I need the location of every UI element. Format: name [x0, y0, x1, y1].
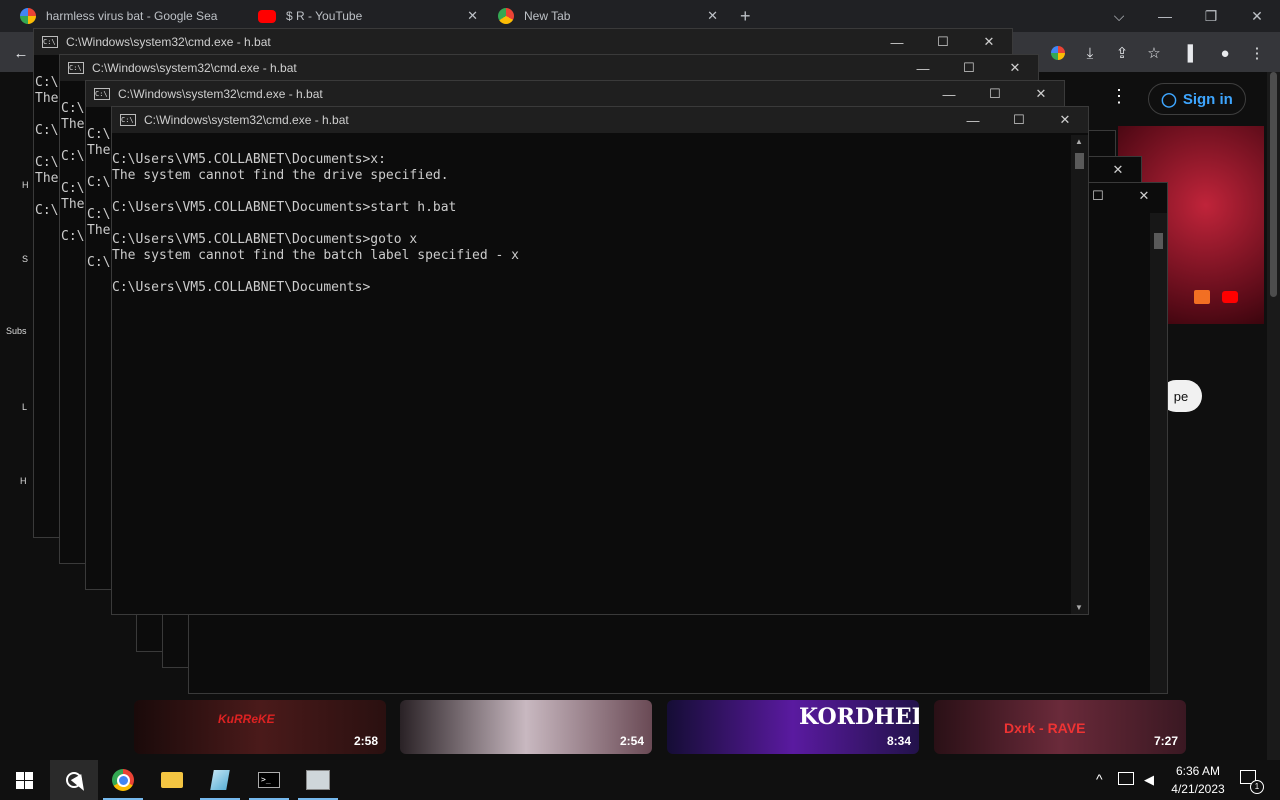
yt-more-icon[interactable]: ⋮: [1110, 86, 1128, 107]
terminal-output[interactable]: C:\Users\VM5.COLLABNET\Documents>x: The …: [112, 152, 519, 296]
soundcloud-icon[interactable]: [1194, 290, 1210, 304]
cmd-icon: C:\: [42, 36, 58, 48]
clock-date[interactable]: 4/21/2023: [1160, 782, 1236, 796]
google-icon: [20, 8, 36, 24]
close-icon[interactable]: ✕: [1042, 107, 1088, 133]
terminal-fragment: C:\ The C:\ C:\ The C:\: [87, 127, 111, 270]
sidebar-fragment: Subs: [6, 326, 27, 336]
maximize-icon[interactable]: ☐: [996, 107, 1042, 133]
close-window-icon[interactable]: ✕: [1234, 0, 1280, 32]
sign-in-label: Sign in: [1182, 90, 1233, 108]
cmd-titlebar[interactable]: C:\ C:\Windows\system32\cmd.exe - h.bat: [60, 55, 1038, 81]
video-duration: 2:54: [619, 734, 644, 748]
back-arrow-icon[interactable]: ←: [10, 42, 32, 64]
file-explorer-icon[interactable]: [148, 760, 196, 800]
scroll-thumb[interactable]: [1075, 153, 1084, 169]
cmd-window-front[interactable]: C:\ C:\Windows\system32\cmd.exe - h.bat …: [111, 106, 1089, 615]
terminal-line: C:\Users\VM5.COLLABNET\Documents>x:: [112, 152, 386, 167]
video-thumbnail[interactable]: KORDHELL 8:34: [667, 700, 919, 754]
page-scrollbar[interactable]: [1267, 72, 1280, 760]
video-duration: 8:34: [886, 734, 911, 748]
profile-icon[interactable]: ●: [1214, 42, 1236, 64]
terminal-fragment: C:\ The C:\ C:\ The C:\: [35, 75, 59, 218]
scroll-down-icon[interactable]: ▼: [1075, 603, 1083, 612]
thumbnail-overlay-text: Dxrk - RAVE: [1004, 720, 1086, 736]
cmd-icon[interactable]: >_: [245, 760, 293, 800]
google-lens-icon[interactable]: [1047, 42, 1069, 64]
tab-search-icon[interactable]: ⌵: [1096, 0, 1142, 32]
close-icon[interactable]: ✕: [1018, 81, 1064, 107]
more-menu-icon[interactable]: ⋮: [1246, 42, 1268, 64]
chrome-icon: [498, 8, 514, 24]
cmd-icon: C:\: [120, 114, 136, 126]
minimize-icon[interactable]: —: [900, 55, 946, 81]
account-icon: ◯: [1161, 90, 1177, 107]
sidebar-fragment: L: [22, 402, 28, 412]
cmd-titlebar[interactable]: C:\ C:\Windows\system32\cmd.exe - h.bat: [34, 29, 1012, 55]
cmd-titlebar[interactable]: C:\ C:\Windows\system32\cmd.exe - h.bat: [86, 81, 1064, 107]
cmd-title: C:\Windows\system32\cmd.exe - h.bat: [144, 113, 349, 127]
video-duration: 2:58: [353, 734, 378, 748]
tab-title: $ R - YouTube: [286, 9, 363, 23]
clock-time[interactable]: 6:36 AM: [1160, 764, 1236, 778]
restore-icon[interactable]: ❐: [1188, 0, 1234, 32]
notepad-icon[interactable]: [196, 760, 244, 800]
tab-title: New Tab: [524, 9, 571, 23]
sign-in-button[interactable]: ◯ Sign in: [1148, 83, 1246, 115]
network-icon[interactable]: [1118, 772, 1134, 785]
thumbnail-overlay-text: KORDHELL: [799, 704, 919, 730]
video-thumbnail[interactable]: KuRReKE 2:58: [134, 700, 386, 754]
sidebar-fragment: S: [22, 254, 29, 264]
youtube-icon: [258, 9, 276, 23]
close-icon[interactable]: ✕: [992, 55, 1038, 81]
download-icon[interactable]: ⤓: [1079, 42, 1101, 64]
terminal-line: The system cannot find the batch label s…: [112, 248, 519, 263]
cmd-scrollbar[interactable]: ▲ ▼: [1071, 135, 1088, 614]
youtube-link-icon[interactable]: [1222, 291, 1238, 303]
video-thumbnail[interactable]: 2:54: [400, 700, 652, 754]
terminal-fragment: C:\ The C:\ C:\ The C:\: [61, 101, 85, 244]
chrome-icon[interactable]: [99, 760, 147, 800]
share-icon[interactable]: ⇪: [1111, 42, 1133, 64]
video-duration: 7:27: [1153, 734, 1178, 748]
side-panel-icon[interactable]: ▌: [1182, 42, 1204, 64]
cmd-title: C:\Windows\system32\cmd.exe - h.bat: [92, 61, 297, 75]
tray-chevron-icon[interactable]: ^: [1096, 771, 1103, 787]
bookmark-star-icon[interactable]: ☆: [1143, 42, 1165, 64]
close-icon[interactable]: ✕: [1121, 183, 1167, 209]
thumbnail-overlay-text: KuRReKE: [218, 712, 275, 726]
tab-title: harmless virus bat - Google Sea: [46, 9, 218, 23]
notification-count-badge: 1: [1250, 780, 1264, 794]
app-icon[interactable]: [294, 760, 342, 800]
volume-icon[interactable]: ◀: [1144, 772, 1154, 788]
terminal-line: C:\Users\VM5.COLLABNET\Documents>start h…: [112, 200, 457, 215]
terminal-prompt: C:\Users\VM5.COLLABNET\Documents>: [112, 280, 371, 295]
cmd-title: C:\Windows\system32\cmd.exe - h.bat: [66, 35, 271, 49]
maximize-icon[interactable]: ☐: [972, 81, 1018, 107]
close-icon[interactable]: ✕: [1095, 157, 1141, 183]
cmd-icon: C:\: [68, 62, 84, 74]
maximize-icon[interactable]: ☐: [946, 55, 992, 81]
cmd-title: C:\Windows\system32\cmd.exe - h.bat: [118, 87, 323, 101]
scroll-up-icon[interactable]: ▲: [1075, 137, 1083, 146]
minimize-icon[interactable]: —: [1142, 0, 1188, 32]
cmd-icon: C:\: [94, 88, 110, 100]
close-tab-icon[interactable]: ✕: [707, 8, 718, 24]
video-thumbnail[interactable]: Dxrk - RAVE 7:27: [934, 700, 1186, 754]
minimize-icon[interactable]: —: [926, 81, 972, 107]
maximize-icon[interactable]: ☐: [920, 29, 966, 55]
cmd-titlebar[interactable]: C:\ C:\Windows\system32\cmd.exe - h.bat: [112, 107, 1088, 133]
minimize-icon[interactable]: —: [950, 107, 996, 133]
terminal-line: The system cannot find the drive specifi…: [112, 168, 449, 183]
minimize-icon[interactable]: —: [874, 29, 920, 55]
windows-start-icon[interactable]: [0, 760, 48, 800]
close-icon[interactable]: ✕: [966, 29, 1012, 55]
terminal-line: C:\Users\VM5.COLLABNET\Documents>goto x: [112, 232, 418, 247]
sidebar-fragment: H: [22, 180, 29, 190]
sidebar-fragment: H: [20, 476, 27, 486]
close-tab-icon[interactable]: ✕: [467, 8, 478, 24]
cmd-scrollbar[interactable]: [1150, 213, 1167, 693]
